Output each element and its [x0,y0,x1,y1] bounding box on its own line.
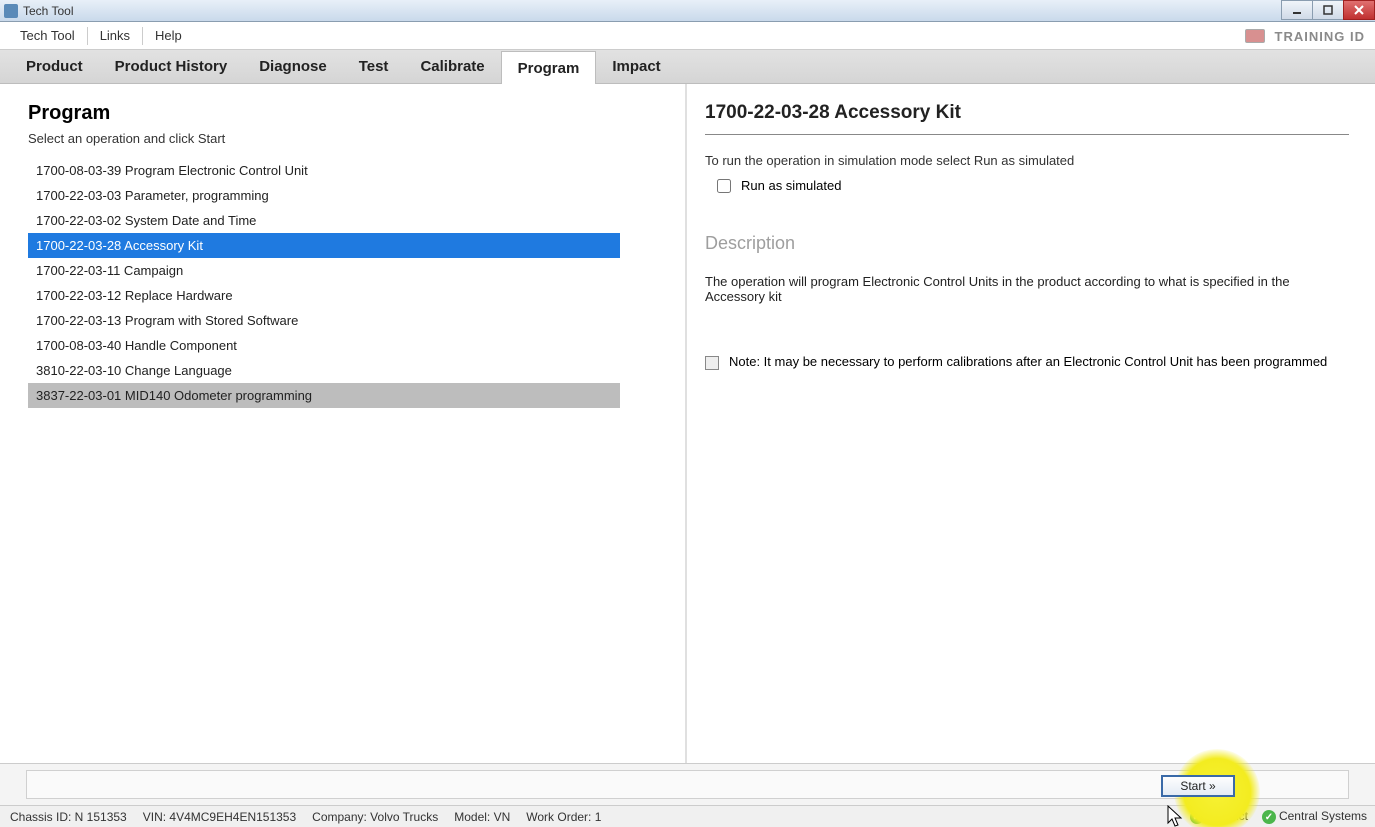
check-icon: ✓ [1262,810,1276,824]
app-icon [4,4,18,18]
tab-impact[interactable]: Impact [596,50,676,83]
status-central-systems: ✓Central Systems [1262,809,1367,825]
status-right: ✓Product ✓Central Systems [1190,809,1367,825]
start-button[interactable]: Start » [1161,775,1235,797]
tab-calibrate[interactable]: Calibrate [404,50,500,83]
list-item-selected[interactable]: 1700-22-03-28 Accessory Kit [28,233,620,258]
action-bar: Start » [0,763,1375,805]
main-tabs: Product Product History Diagnose Test Ca… [0,50,1375,84]
window-title: Tech Tool [23,4,73,18]
minimize-button[interactable] [1281,0,1313,20]
instruction-text: To run the operation in simulation mode … [705,153,1349,168]
operations-list: 1700-08-03-39 Program Electronic Control… [28,158,690,408]
window-titlebar: Tech Tool [0,0,1375,22]
content-area: Program Select an operation and click St… [0,84,1375,763]
tab-product-history[interactable]: Product History [99,50,244,83]
tab-test[interactable]: Test [343,50,405,83]
window-controls [1282,0,1375,20]
statusbar: Chassis ID: N 151353 VIN: 4V4MC9EH4EN151… [0,805,1375,827]
tab-diagnose[interactable]: Diagnose [243,50,343,83]
panel-subtitle: Select an operation and click Start [28,131,690,146]
check-icon: ✓ [1190,810,1204,824]
operations-panel: Program Select an operation and click St… [0,84,690,763]
list-item[interactable]: 1700-08-03-39 Program Electronic Control… [28,158,620,183]
details-panel: 1700-22-03-28 Accessory Kit To run the o… [687,84,1375,763]
details-divider [705,134,1349,135]
run-as-simulated-row: Run as simulated [717,178,1349,193]
list-item[interactable]: 3810-22-03-10 Change Language [28,358,620,383]
run-as-simulated-checkbox[interactable] [717,179,731,193]
status-vin: VIN: 4V4MC9EH4EN151353 [143,810,296,824]
status-company: Company: Volvo Trucks [312,810,438,824]
menu-help[interactable]: Help [145,24,192,47]
menu-separator [142,27,143,45]
list-item[interactable]: 1700-22-03-03 Parameter, programming [28,183,620,208]
menu-links[interactable]: Links [90,24,140,47]
note-text: Note: It may be necessary to perform cal… [729,354,1327,369]
list-item[interactable]: 1700-22-03-13 Program with Stored Softwa… [28,308,620,333]
action-bar-inner [26,770,1349,799]
status-model: Model: VN [454,810,510,824]
menubar: Tech Tool Links Help TRAINING ID [0,22,1375,50]
close-button[interactable] [1343,0,1375,20]
list-item[interactable]: 1700-22-03-11 Campaign [28,258,620,283]
note-row: Note: It may be necessary to perform cal… [705,354,1349,370]
list-item[interactable]: 1700-22-03-12 Replace Hardware [28,283,620,308]
list-item[interactable]: 3837-22-03-01 MID140 Odometer programmin… [28,383,620,408]
note-icon [705,356,719,370]
menu-separator [87,27,88,45]
list-item[interactable]: 1700-22-03-02 System Date and Time [28,208,620,233]
details-heading: 1700-22-03-28 Accessory Kit [705,102,1349,124]
menu-tech-tool[interactable]: Tech Tool [10,24,85,47]
training-id-label: TRAINING ID [1275,29,1365,44]
maximize-button[interactable] [1312,0,1344,20]
tab-product[interactable]: Product [10,50,99,83]
panel-heading: Program [28,102,690,125]
run-as-simulated-label: Run as simulated [741,178,841,193]
flag-icon[interactable] [1245,29,1265,43]
tab-program[interactable]: Program [501,51,597,84]
status-chassis: Chassis ID: N 151353 [10,810,127,824]
status-product: ✓Product [1190,809,1248,825]
status-work-order: Work Order: 1 [526,810,601,824]
description-text: The operation will program Electronic Co… [705,274,1349,304]
list-item[interactable]: 1700-08-03-40 Handle Component [28,333,620,358]
description-section-label: Description [705,233,1349,254]
